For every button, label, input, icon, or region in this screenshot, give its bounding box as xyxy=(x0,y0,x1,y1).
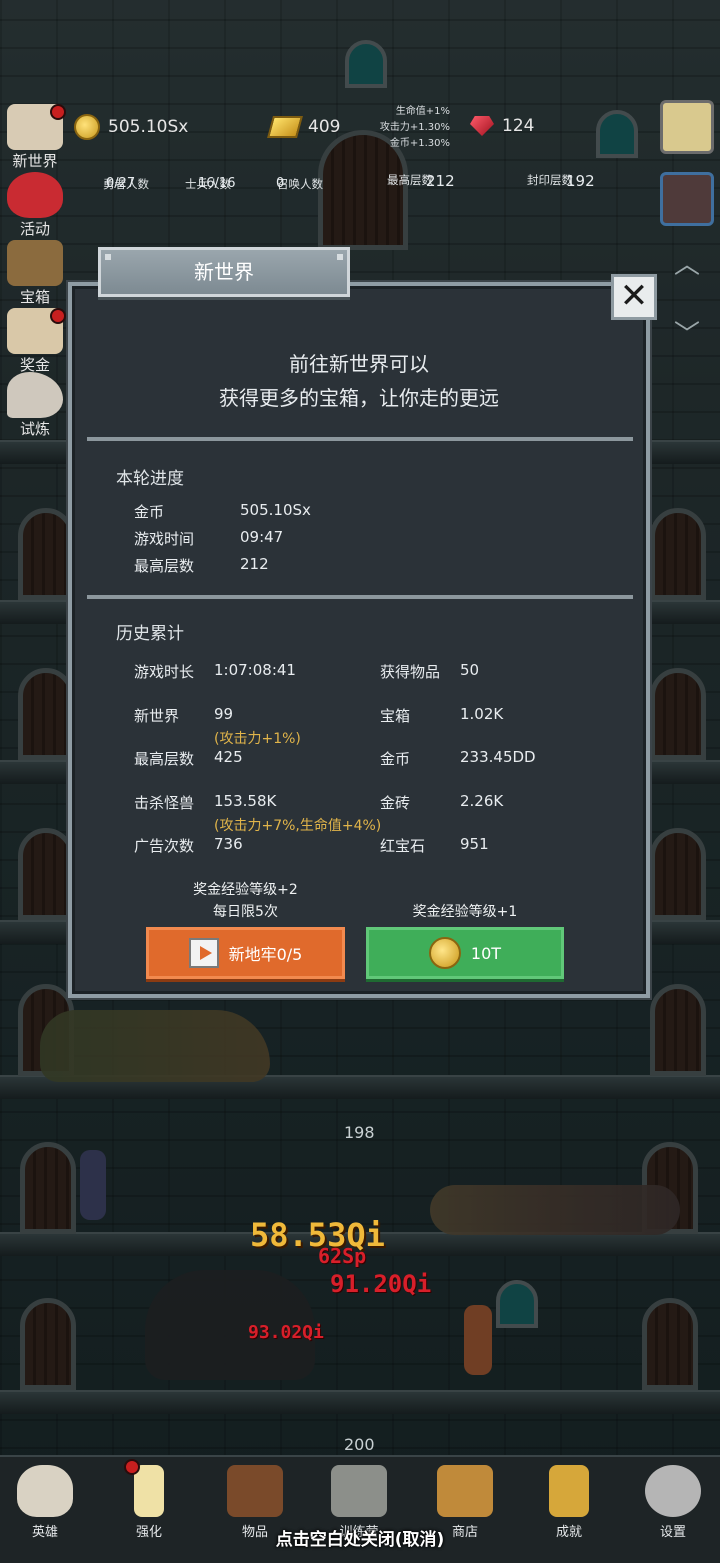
gear-icon xyxy=(645,1465,701,1517)
ruby-counter: 124 xyxy=(470,116,534,136)
gold-counter: 505.10Sx xyxy=(74,114,188,140)
dialog-headline: 前往新世界可以 xyxy=(289,352,429,376)
dialog-subheadline: 获得更多的宝箱，让你走的更远 xyxy=(219,386,499,410)
video-play-icon xyxy=(188,938,219,968)
stat-value: 212 xyxy=(240,555,269,573)
close-button[interactable]: ✕ xyxy=(611,274,657,320)
stat-label: 金砖 xyxy=(380,794,411,812)
candle-icon xyxy=(134,1465,164,1517)
stat-label: 击杀怪兽 xyxy=(134,794,195,812)
notification-dot xyxy=(124,1459,140,1475)
map-icon[interactable] xyxy=(660,172,714,226)
book-icon xyxy=(227,1465,283,1517)
stat-summons: 0 召唤人数 xyxy=(276,176,323,191)
scroll-up-icon[interactable]: ︿ xyxy=(672,250,702,280)
floor-number: 198 xyxy=(344,1123,375,1142)
stat-value: 2.26K xyxy=(460,792,504,810)
new-dungeon-video-button[interactable]: 新地牢0/5 xyxy=(146,927,345,979)
damage-number: 93.02Qi xyxy=(248,1322,324,1343)
side-chest[interactable]: 宝箱 xyxy=(4,240,66,307)
stat-label: 新世界 xyxy=(134,707,180,725)
stat-value: 1:07:08:41 xyxy=(214,661,296,679)
notification-dot xyxy=(50,308,66,324)
side-events[interactable]: 活动 xyxy=(4,172,66,239)
side-new-world[interactable]: 新世界 xyxy=(4,104,66,171)
lantern-icon xyxy=(331,1465,387,1517)
divider xyxy=(87,595,633,599)
stat-value: 153.58K xyxy=(214,792,277,810)
stat-label: 广告次数 xyxy=(134,837,195,855)
stat-value: 233.45DD xyxy=(460,748,536,766)
coin-offer-text: 奖金经验等级+1 xyxy=(412,904,518,920)
gold-coin-icon xyxy=(74,114,100,140)
notification-dot xyxy=(50,104,66,120)
stat-label: 金币 xyxy=(380,750,411,768)
mug-icon xyxy=(437,1465,493,1517)
bonus-list: 生命值+1% 攻击力+1.30% 金币+1.30% xyxy=(379,106,450,149)
stat-sealed-floor: 192 封印层数 xyxy=(527,172,595,190)
key-icon xyxy=(549,1465,589,1517)
stat-label: 红宝石 xyxy=(380,837,426,855)
dialog-title-tab: 新世界 xyxy=(98,247,350,297)
gold-coin-icon xyxy=(428,937,461,969)
ruby-icon xyxy=(470,116,494,136)
stat-value: 736 xyxy=(214,835,243,853)
gold-bar-icon xyxy=(267,116,303,138)
bonus-note: (攻击力+7%,生命值+4%) xyxy=(214,818,382,834)
heart-icon xyxy=(7,172,63,218)
section-history: 历史累计 xyxy=(116,624,184,644)
bonus-note: (攻击力+1%) xyxy=(214,731,301,747)
stat-value: 425 xyxy=(214,748,243,766)
skull-icon xyxy=(17,1465,73,1517)
stat-value: 99 xyxy=(214,705,234,723)
damage-number: 91.20Qi xyxy=(330,1270,432,1298)
stat-label: 最高层数 xyxy=(134,750,195,768)
stat-value: 1.02K xyxy=(460,705,504,723)
gold-bar-counter: 409 xyxy=(267,116,340,138)
stat-label: 最高层数 xyxy=(134,557,195,575)
stat-label: 金币 xyxy=(134,503,165,521)
stat-value: 951 xyxy=(460,835,489,853)
stat-max-floor: 212 最高层数 xyxy=(387,172,455,190)
divider xyxy=(87,437,633,441)
side-bonus[interactable]: 奖金 xyxy=(4,308,66,375)
floor-number: 200 xyxy=(344,1435,375,1454)
stat-value: 09:47 xyxy=(240,528,284,546)
video-offer-text: 奖金经验等级+2 每日限5次 xyxy=(193,882,298,920)
damage-number: 62Sp xyxy=(318,1244,367,1268)
stat-label: 宝箱 xyxy=(380,707,411,725)
stat-value: 505.10Sx xyxy=(240,501,311,519)
dialog-title: 新世界 xyxy=(194,260,254,284)
side-trial[interactable]: 试炼 xyxy=(4,372,66,439)
chest-icon xyxy=(7,240,63,286)
dismiss-hint: 点击空白处关闭(取消) xyxy=(275,1530,445,1550)
new-world-coin-button[interactable]: 10T xyxy=(366,927,564,979)
stat-label: 游戏时间 xyxy=(134,530,195,548)
section-round-progress: 本轮进度 xyxy=(116,469,184,489)
scroll-down-icon[interactable]: ﹀ xyxy=(672,320,702,350)
feather-icon xyxy=(7,372,63,418)
candle-shrine-icon[interactable] xyxy=(660,100,714,154)
stat-value: 50 xyxy=(460,661,480,679)
stat-label: 游戏时长 xyxy=(134,663,195,681)
stat-label: 获得物品 xyxy=(380,663,441,681)
